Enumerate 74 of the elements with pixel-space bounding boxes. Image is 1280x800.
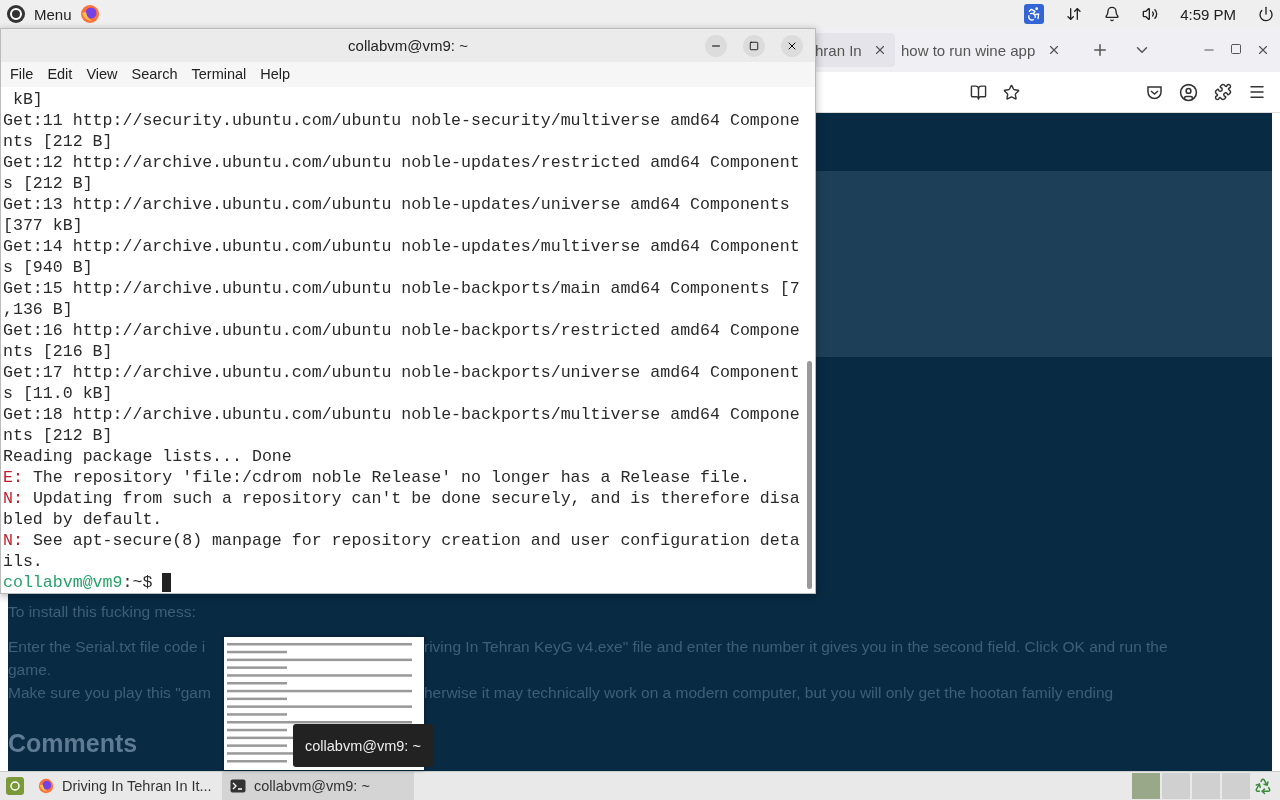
volume-icon[interactable] [1142, 6, 1159, 22]
maximize-icon [749, 41, 759, 51]
account-icon[interactable] [1179, 82, 1198, 102]
workspace-thumbnail[interactable] [1162, 773, 1190, 799]
browser-tab[interactable]: hran In [815, 33, 895, 67]
workspace-thumbnail[interactable] [1222, 773, 1250, 799]
firefox-icon[interactable] [79, 4, 100, 24]
menu-label[interactable]: Menu [34, 5, 72, 23]
maximize-button[interactable] [743, 35, 765, 57]
minimize-button[interactable] [705, 35, 727, 57]
close-icon[interactable] [1047, 43, 1061, 57]
menu-item[interactable]: Help [253, 66, 298, 83]
terminal-line: nts [212 B] [3, 131, 114, 152]
terminal-line: kB] [11, 89, 44, 110]
terminal-line: Get:13 http://archive.ubuntu.com/ubuntu noble-updates/universe amd64 Components [3, 194, 791, 215]
terminal-line: Updating from such a repository can't be done securely, and is therefore disa [31, 489, 800, 508]
menu-icon[interactable] [1248, 83, 1266, 101]
terminal-line: nts [212 B] [3, 425, 114, 446]
terminal-line: Get:16 http://archive.ubuntu.com/ubuntu noble-backports/restricted amd64 Compone [3, 320, 801, 341]
power-icon[interactable] [1258, 6, 1274, 22]
message-prefix: N: [3, 531, 23, 550]
scrollbar-thumb[interactable] [807, 361, 812, 589]
close-button[interactable] [781, 35, 803, 57]
close-icon[interactable] [873, 43, 887, 57]
terminal-line: s [11.0 kB] [3, 383, 114, 404]
taskbar-item[interactable]: collabvm@vm9: ~ [222, 772, 414, 800]
menu-logo-icon[interactable] [6, 4, 26, 24]
taskbar-item[interactable]: Driving In Tehran In It... [30, 772, 222, 800]
firefox-icon[interactable] [38, 778, 54, 794]
workspace-thumbnail[interactable] [1192, 773, 1220, 799]
text-cursor [162, 573, 172, 593]
close-icon[interactable] [1256, 43, 1270, 57]
message-prefix: N: [3, 489, 23, 508]
terminal-line: Reading package lists... Done [3, 446, 293, 467]
terminal-icon [230, 778, 246, 794]
window-title: collabvm@vm9: ~ [348, 36, 468, 54]
menu-item[interactable]: Search [124, 66, 185, 83]
terminal-line: ,136 B] [3, 299, 74, 320]
terminal-line: The repository 'file:/cdrom noble Release' no longer has a Release file. [31, 468, 750, 487]
maximize-icon[interactable] [1230, 43, 1242, 55]
notification-icon[interactable] [1104, 6, 1121, 22]
close-icon [786, 40, 798, 52]
menu-item[interactable]: Terminal [184, 66, 254, 83]
menu-item[interactable]: File [3, 66, 41, 83]
clock[interactable]: 4:59 PM [1180, 5, 1236, 23]
terminal-line: ils. [3, 551, 44, 572]
reader-view-icon[interactable] [970, 83, 987, 101]
menu-item[interactable]: Edit [40, 66, 80, 83]
terminal-line: Get:18 http://archive.ubuntu.com/ubuntu noble-backports/multiverse amd64 Compone [3, 404, 801, 425]
pocket-icon[interactable] [1146, 83, 1163, 101]
message-prefix: E: [3, 468, 23, 487]
new-tab-icon[interactable] [1091, 41, 1109, 59]
terminal-line: s [212 B] [3, 173, 94, 194]
terminal-line: bled by default. [3, 509, 164, 530]
workspace-thumbnail[interactable] [1132, 773, 1160, 799]
terminal-line: Get:11 http://security.ubuntu.com/ubuntu noble-security/multiverse amd64 Compone [3, 110, 801, 131]
terminal-line: Get:12 http://archive.ubuntu.com/ubuntu noble-updates/restricted amd64 Component [3, 152, 801, 173]
terminal-line: nts [216 B] [3, 341, 114, 362]
bookmark-star-icon[interactable] [1003, 83, 1020, 101]
prompt-user: collabvm@vm9 [3, 573, 123, 592]
terminal-line: Get:15 http://archive.ubuntu.com/ubuntu noble-backports/main amd64 Components [7 [3, 278, 801, 299]
menu-item[interactable]: View [79, 66, 125, 83]
terminal-line: s [940 B] [3, 257, 94, 278]
extensions-icon[interactable] [1214, 83, 1232, 101]
trash-icon[interactable] [1254, 777, 1272, 795]
terminal-line: See apt-secure(8) manpage for repository creation and user configuration deta [31, 531, 800, 550]
terminal-line: [377 kB] [3, 215, 84, 236]
terminal-line: Get:14 http://archive.ubuntu.com/ubuntu noble-updates/multiverse amd64 Component [3, 236, 801, 257]
terminal-line: Get:17 http://archive.ubuntu.com/ubuntu noble-backports/universe amd64 Component [3, 362, 801, 383]
accessibility-icon[interactable] [1024, 4, 1045, 24]
comments-heading: Comments [8, 729, 138, 758]
prompt-path: :~$ [122, 573, 154, 592]
network-icon[interactable] [1066, 6, 1083, 22]
tooltip: collabvm@vm9: ~ [293, 724, 433, 767]
